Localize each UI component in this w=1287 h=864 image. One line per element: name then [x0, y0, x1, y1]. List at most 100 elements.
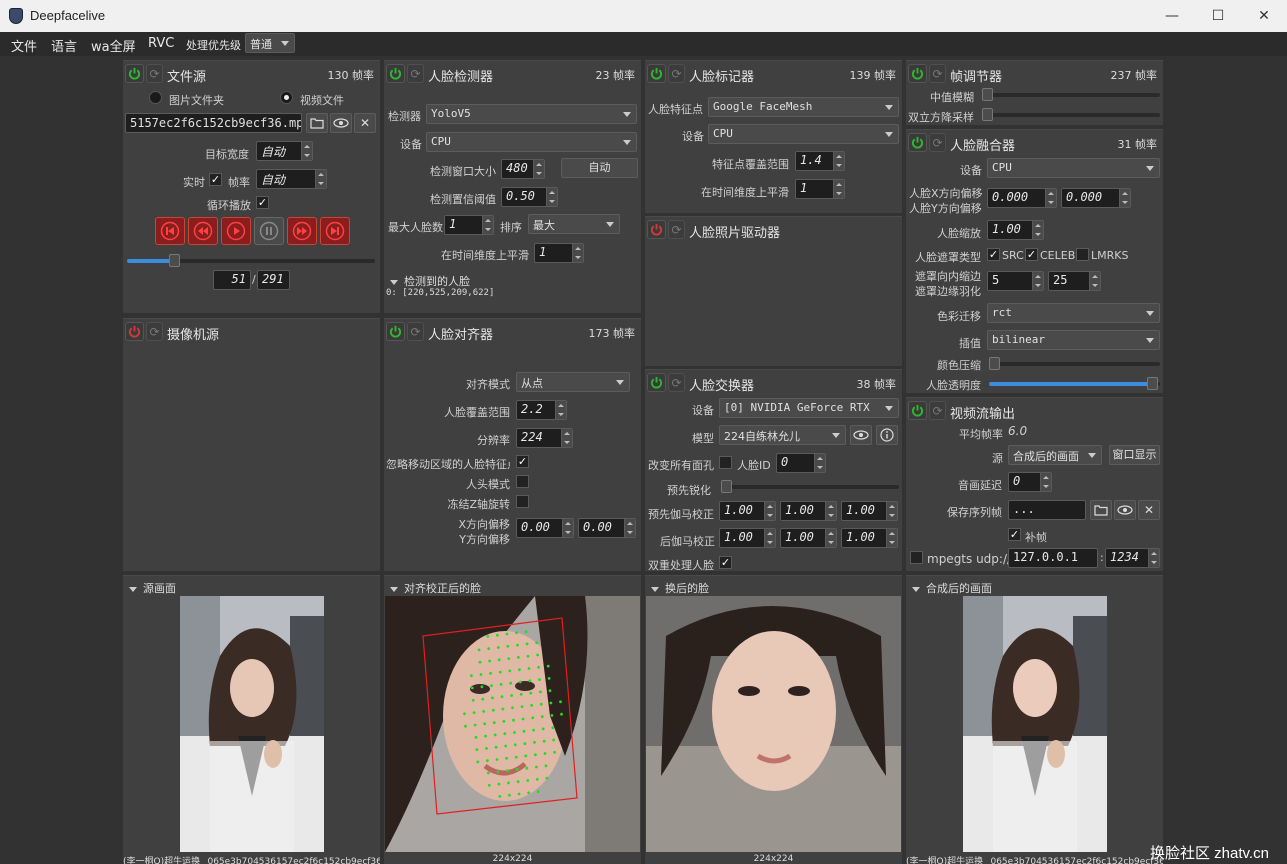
face-opacity-handle[interactable] [1146, 377, 1158, 390]
mask-erode-spin[interactable]: 5 [987, 271, 1044, 291]
save-clear-button[interactable]: ✕ [1138, 500, 1160, 520]
power-off-button[interactable] [647, 220, 666, 239]
menu-file[interactable]: 文件 [11, 36, 37, 55]
temporal-smoothing-spin[interactable]: 1 [795, 179, 845, 199]
step-forward-button[interactable] [287, 217, 317, 245]
mask-blur-spin[interactable]: 25 [1048, 271, 1101, 291]
save-sequence-path[interactable]: ... [1008, 500, 1086, 520]
mask-celeb-checkbox[interactable]: ✓ [1025, 248, 1038, 261]
interpolation-select[interactable]: bilinear [987, 330, 1160, 350]
power-on-button[interactable] [908, 64, 927, 83]
mask-src-checkbox[interactable]: ✓ [987, 248, 1000, 261]
reset-icon[interactable]: ⟳ [929, 401, 946, 420]
face-id-spin[interactable]: 0 [776, 453, 826, 473]
priority-select[interactable]: 普通 [245, 33, 295, 53]
max-faces-spin[interactable]: 1 [444, 215, 494, 235]
device-select[interactable]: CPU [708, 124, 899, 144]
y-offset-spin[interactable]: 0.00 [578, 518, 636, 538]
power-on-button[interactable] [647, 64, 666, 83]
head-mode-checkbox[interactable] [516, 475, 529, 488]
reset-icon[interactable]: ⟳ [668, 373, 685, 392]
median-blur-handle[interactable] [982, 88, 993, 101]
mask-lmrks-checkbox[interactable] [1076, 248, 1089, 261]
coverage-spin[interactable]: 2.2 [516, 400, 567, 420]
frame-current-field[interactable]: 51 [213, 270, 251, 290]
auto-button[interactable]: 自动 [561, 158, 638, 178]
detector-select[interactable]: YoloV5 [426, 104, 637, 124]
post-gamma-g-spin[interactable]: 1.00 [780, 528, 837, 548]
step-back-button[interactable] [188, 217, 218, 245]
clear-path-button[interactable]: ✕ [354, 113, 376, 133]
landmarks-select[interactable]: Google FaceMesh [708, 97, 899, 117]
power-on-button[interactable] [647, 373, 666, 392]
save-folder-button[interactable] [1090, 500, 1112, 520]
two-pass-checkbox[interactable]: ✓ [719, 556, 732, 569]
power-on-button[interactable] [908, 133, 927, 152]
maximize-button[interactable]: ☐ [1195, 0, 1241, 32]
seek-slider[interactable] [127, 254, 375, 267]
file-path-input[interactable]: 5157ec2f6c152cb9ecf36.mp4 [125, 113, 302, 133]
reset-icon[interactable]: ⟳ [146, 322, 163, 341]
menu-language[interactable]: 语言 [51, 36, 77, 55]
video-file-radio[interactable] [280, 91, 293, 104]
fill-frames-checkbox[interactable]: ✓ [1008, 528, 1021, 541]
minimize-button[interactable]: — [1149, 0, 1195, 32]
fps-spin[interactable]: 自动 [256, 169, 327, 189]
target-width-spin[interactable]: 自动 [256, 141, 313, 161]
udp-port-spin[interactable]: 1234 [1105, 548, 1160, 568]
source-frame-header[interactable]: 源画面 [129, 580, 176, 596]
color-compression-slider[interactable] [989, 357, 1160, 370]
power-on-button[interactable] [386, 64, 405, 83]
power-on-button[interactable] [908, 401, 927, 420]
sort-select[interactable]: 最大 [528, 214, 620, 234]
median-blur-slider[interactable] [982, 88, 1160, 101]
reset-icon[interactable]: ⟳ [407, 64, 424, 83]
pre-gamma-b-spin[interactable]: 1.00 [841, 501, 898, 521]
device-select[interactable]: CPU [987, 158, 1160, 178]
model-info-button[interactable] [876, 425, 898, 445]
reset-icon[interactable]: ⟳ [929, 64, 946, 83]
play-button[interactable] [221, 217, 251, 245]
reset-icon[interactable]: ⟳ [146, 64, 163, 83]
pre-gamma-r-spin[interactable]: 1.00 [719, 501, 776, 521]
reset-icon[interactable]: ⟳ [668, 220, 685, 239]
align-mode-select[interactable]: 从点 [516, 372, 630, 392]
swapped-face-header[interactable]: 换后的脸 [651, 580, 709, 596]
power-on-button[interactable] [125, 64, 144, 83]
seek-end-button[interactable] [320, 217, 350, 245]
post-gamma-r-spin[interactable]: 1.00 [719, 528, 776, 548]
pause-button[interactable] [254, 217, 284, 245]
model-select[interactable]: 224自练林允儿 [719, 425, 846, 445]
loop-checkbox[interactable]: ✓ [256, 196, 269, 209]
face-y-offset-spin[interactable]: 0.000 [1061, 188, 1131, 208]
presharpen-slider[interactable] [721, 480, 899, 493]
exclude-moving-checkbox[interactable]: ✓ [516, 455, 529, 468]
power-on-button[interactable] [386, 322, 405, 341]
mpegts-checkbox[interactable] [910, 551, 923, 564]
color-compression-handle[interactable] [989, 357, 1000, 370]
marker-range-spin[interactable]: 1.4 [795, 151, 845, 171]
model-preview-button[interactable] [850, 425, 872, 445]
bilateral-handle[interactable] [982, 108, 993, 121]
face-opacity-slider[interactable] [989, 377, 1160, 390]
window-size-spin[interactable]: 480 [501, 159, 545, 179]
freeze-z-checkbox[interactable] [516, 495, 529, 508]
preview-eye-button[interactable] [330, 113, 352, 133]
pre-gamma-g-spin[interactable]: 1.00 [780, 501, 837, 521]
device-select[interactable]: CPU [426, 132, 637, 152]
face-x-offset-spin[interactable]: 0.000 [987, 188, 1057, 208]
reset-icon[interactable]: ⟳ [407, 322, 424, 341]
folder-open-button[interactable] [306, 113, 328, 133]
udp-ip-input[interactable]: 127.0.0.1 [1008, 548, 1098, 568]
source-select[interactable]: 合成后的画面 [1008, 445, 1102, 465]
window-show-button[interactable]: 窗口显示 [1109, 445, 1160, 465]
threshold-spin[interactable]: 0.50 [501, 187, 558, 207]
detected-faces-header[interactable]: 检测到的人脸 [390, 273, 470, 289]
merged-frame-header[interactable]: 合成后的画面 [912, 580, 992, 596]
device-select[interactable]: [0] NVIDIA GeForce RTX [719, 398, 899, 418]
color-transfer-select[interactable]: rct [987, 303, 1160, 323]
seek-handle[interactable] [169, 254, 181, 267]
save-preview-button[interactable] [1114, 500, 1136, 520]
seek-begin-button[interactable] [155, 217, 185, 245]
realtime-checkbox[interactable]: ✓ [209, 173, 222, 186]
